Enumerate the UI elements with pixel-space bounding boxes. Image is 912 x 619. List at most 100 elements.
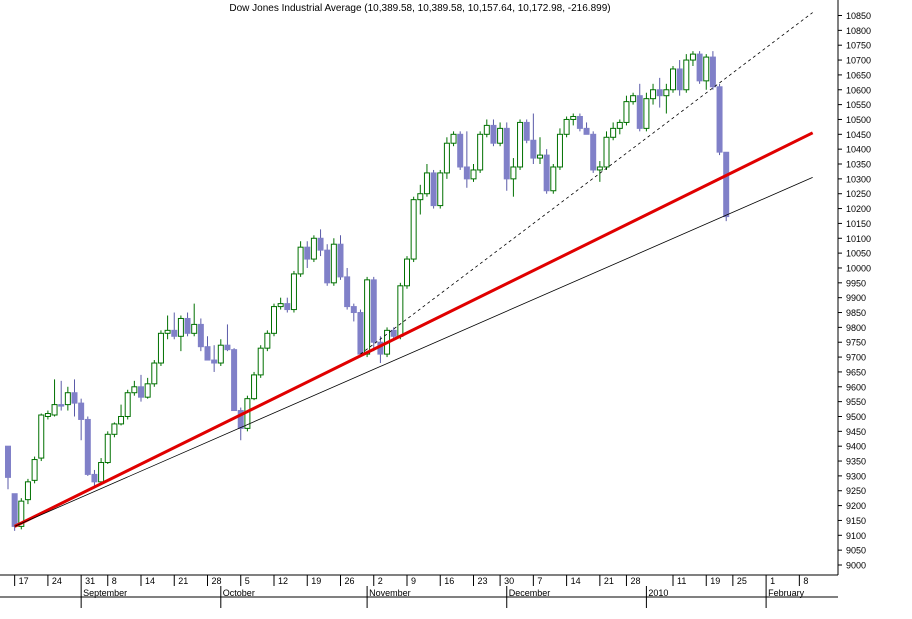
candle (517, 119, 524, 170)
y-tick-label: 10800 (846, 26, 871, 36)
y-tick-label: 9250 (846, 486, 866, 496)
candle (583, 122, 590, 135)
candle (443, 137, 450, 179)
candle (477, 131, 484, 173)
candle (423, 164, 430, 197)
candle (483, 119, 490, 138)
candle (271, 303, 277, 337)
candle-body-down (317, 237, 324, 251)
chart-title: Dow Jones Industrial Average (10,389.58,… (229, 3, 610, 14)
x-day-label: 16 (444, 576, 454, 586)
y-tick-label: 10700 (846, 56, 871, 66)
y-tick-label: 10050 (846, 249, 871, 259)
candle-body-up (290, 273, 297, 311)
candle (430, 169, 437, 209)
candle-body-up (264, 332, 271, 349)
candle (510, 158, 517, 197)
candle-body-up (31, 459, 38, 481)
candle-body-up (603, 136, 610, 168)
y-tick-label: 10500 (846, 115, 871, 125)
candle-body-up (157, 332, 164, 364)
candle-body-up (703, 56, 710, 82)
candle (197, 318, 204, 352)
candle (503, 122, 510, 191)
candle (277, 297, 284, 310)
candle-body-up (643, 98, 650, 129)
candle (417, 184, 424, 215)
candle-body-down (390, 329, 397, 337)
candle (5, 445, 11, 490)
candle (709, 51, 716, 90)
candle (570, 113, 577, 126)
candle-body-up (470, 169, 477, 180)
candle (650, 83, 657, 105)
candle (290, 270, 297, 313)
candle-body-down (224, 344, 231, 351)
candle-body-down (716, 86, 723, 153)
candle (610, 122, 617, 141)
candle-body-down (576, 115, 583, 129)
y-tick-label: 9200 (846, 501, 866, 511)
candle-body-up (164, 329, 171, 334)
candle (31, 456, 38, 484)
candle-body-up (310, 237, 317, 260)
candle (131, 380, 138, 396)
x-day-label: 5 (245, 576, 250, 586)
y-tick-label: 10250 (846, 189, 871, 199)
y-tick-label: 9550 (846, 397, 866, 407)
candle-body-down (370, 279, 377, 343)
candle-body-up (151, 362, 158, 385)
candle-body-up (104, 433, 111, 464)
candle (364, 276, 371, 358)
x-day-label: 12 (278, 576, 288, 586)
candle-body-down (204, 346, 211, 361)
candle (297, 241, 304, 277)
candle (118, 404, 125, 426)
candle (556, 128, 563, 170)
candle-body-down (344, 276, 351, 308)
candle-body-up (477, 133, 484, 171)
candle (171, 312, 178, 340)
candle (676, 60, 683, 96)
candle (177, 315, 184, 352)
candle-body-up (610, 127, 617, 138)
candle (337, 235, 344, 280)
candle (463, 131, 470, 188)
y-tick-label: 10200 (846, 204, 871, 214)
candle (663, 83, 670, 114)
candle (231, 348, 238, 412)
y-tick-label: 10850 (846, 11, 871, 21)
candle (304, 241, 311, 268)
candle-body-up (450, 133, 457, 144)
candle (490, 119, 497, 147)
candle-body-up (111, 423, 118, 435)
candle-body-up (98, 462, 105, 483)
candle-body-up (177, 317, 184, 337)
x-day-label: 21 (604, 576, 614, 586)
y-tick-label: 10750 (846, 41, 871, 51)
candle (58, 380, 65, 411)
trendlines (13, 12, 814, 528)
candle-body-up (550, 166, 557, 192)
candle-body-up (423, 172, 430, 195)
candle (370, 276, 377, 352)
candle (64, 386, 71, 411)
candle (563, 116, 570, 138)
y-tick-label: 10350 (846, 160, 871, 170)
candle-body-up (663, 89, 670, 97)
candle (397, 282, 404, 340)
x-day-label: 19 (311, 576, 321, 586)
candle (78, 398, 85, 441)
candle (44, 410, 51, 420)
y-tick-label: 9750 (846, 338, 866, 348)
candle-body-up (44, 413, 51, 417)
y-tick-label: 10400 (846, 145, 871, 155)
candle-body-down (91, 473, 98, 483)
candle (550, 164, 557, 194)
candle-body-up (630, 95, 637, 103)
candle-body-up (563, 118, 570, 135)
candle-body-up (131, 386, 138, 394)
candle-body-down (430, 172, 437, 207)
candle-body-down (231, 349, 238, 412)
candle-body-up (623, 101, 630, 123)
